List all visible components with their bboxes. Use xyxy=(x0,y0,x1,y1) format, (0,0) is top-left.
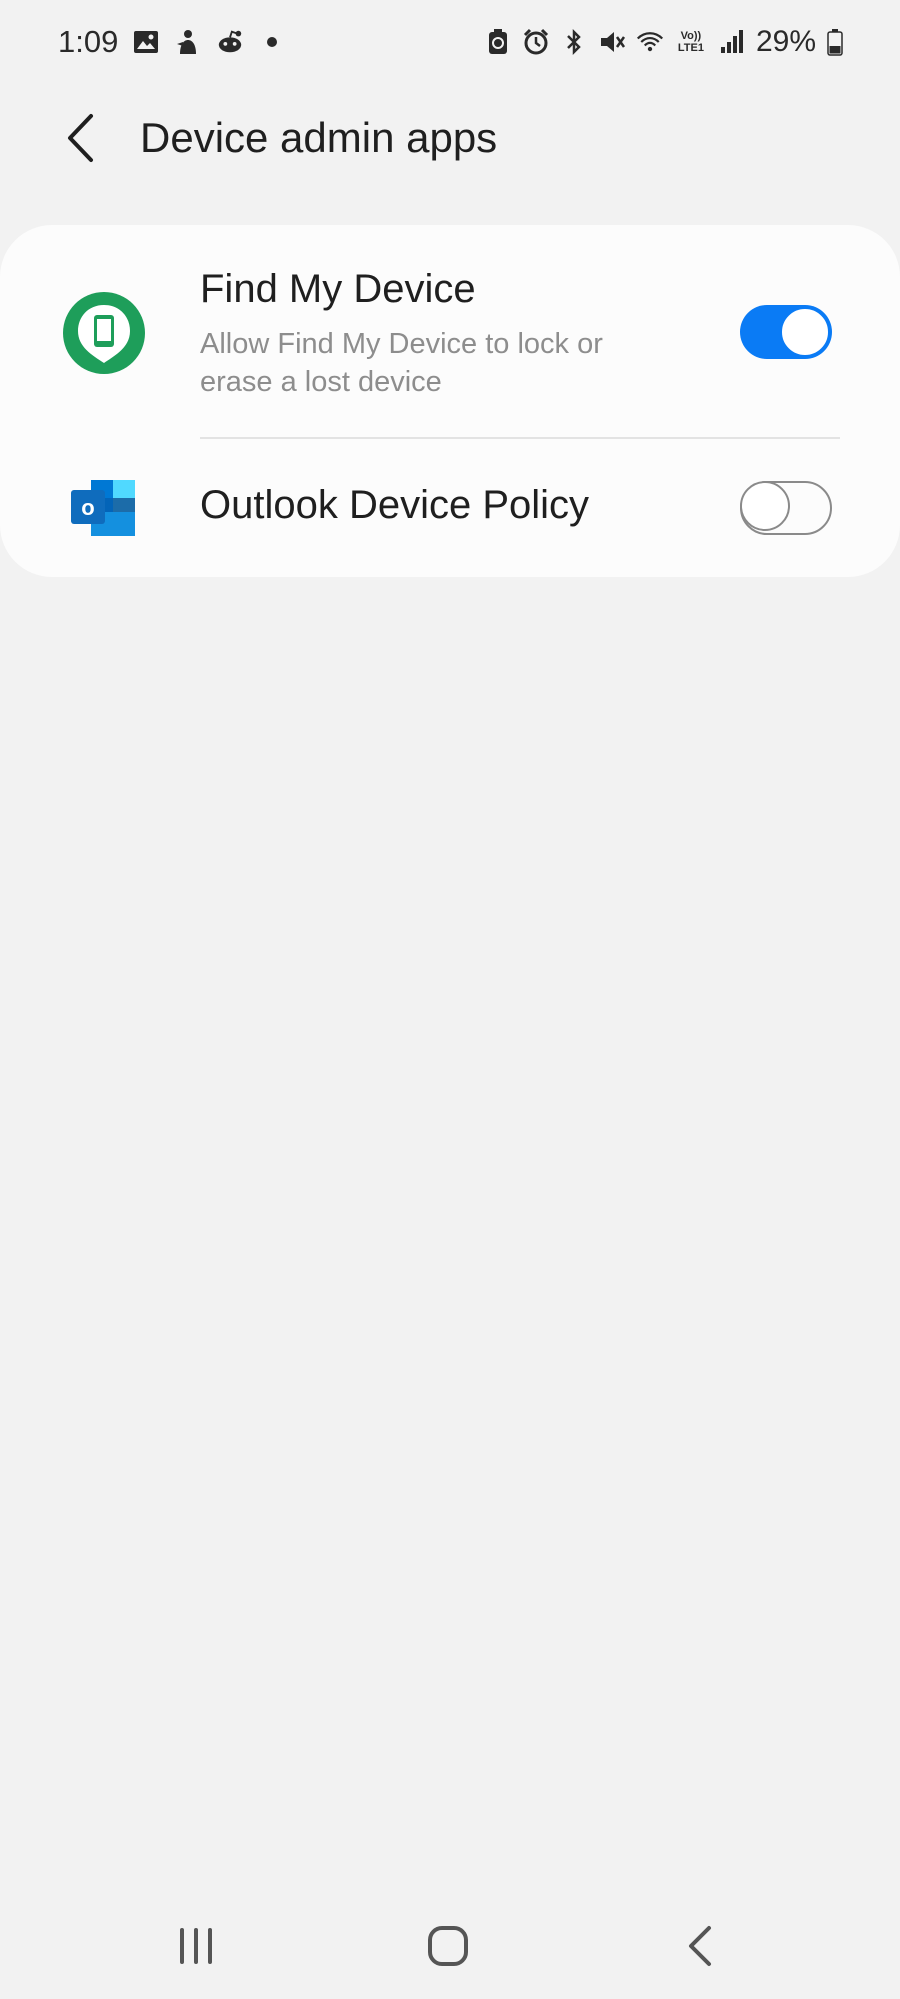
app-description: Allow Find My Device to lock or erase a … xyxy=(200,328,603,398)
recents-icon xyxy=(180,1928,212,1964)
device-admin-list: Find My Device Allow Find My Device to l… xyxy=(0,225,900,577)
outlook-icon: o xyxy=(62,466,146,550)
reddit-icon xyxy=(216,28,244,56)
bixby-icon xyxy=(174,28,202,56)
volte-label-top: Vo)) xyxy=(680,30,702,42)
status-right: Vo)) LTE1 29% xyxy=(484,22,844,62)
list-item-outlook-device-policy[interactable]: o Outlook Device Policy xyxy=(0,439,900,577)
app-name: Outlook Device Policy xyxy=(200,483,590,527)
battery-icon xyxy=(826,28,844,56)
wifi-icon xyxy=(636,28,664,56)
header: Device admin apps xyxy=(0,96,900,180)
outlook-device-policy-toggle[interactable] xyxy=(740,481,832,535)
mute-icon xyxy=(598,28,626,56)
alarm-icon xyxy=(522,28,550,56)
toggle-knob xyxy=(780,307,830,357)
toggle-knob xyxy=(740,481,790,531)
recents-button[interactable] xyxy=(156,1916,236,1976)
find-my-device-icon xyxy=(62,291,146,375)
find-my-device-toggle[interactable] xyxy=(740,305,832,359)
dot-icon xyxy=(258,28,286,56)
list-item-find-my-device[interactable]: Find My Device Allow Find My Device to l… xyxy=(0,225,900,437)
navigation-bar xyxy=(0,1900,900,1999)
volte-icon: Vo)) LTE1 xyxy=(674,28,708,56)
chevron-left-icon xyxy=(68,114,93,162)
bluetooth-icon xyxy=(560,28,588,56)
home-button[interactable] xyxy=(408,1916,488,1976)
back-button[interactable] xyxy=(52,110,108,166)
home-icon xyxy=(428,1926,468,1966)
battery-percent: 29% xyxy=(755,25,816,58)
status-bar: 1:09 Vo)) LTE1 29% xyxy=(0,0,900,84)
status-left: 1:09 xyxy=(58,22,286,62)
gallery-icon xyxy=(132,28,160,56)
app-name: Find My Device xyxy=(200,267,476,311)
page-title: Device admin apps xyxy=(140,114,498,161)
system-back-button[interactable] xyxy=(660,1916,740,1976)
volte-label-bottom: LTE1 xyxy=(677,42,704,54)
status-time: 1:09 xyxy=(58,24,119,59)
outlook-letter: o xyxy=(81,495,94,520)
battery-saver-icon xyxy=(484,28,512,56)
back-icon xyxy=(689,1926,711,1966)
signal-icon xyxy=(718,28,746,56)
